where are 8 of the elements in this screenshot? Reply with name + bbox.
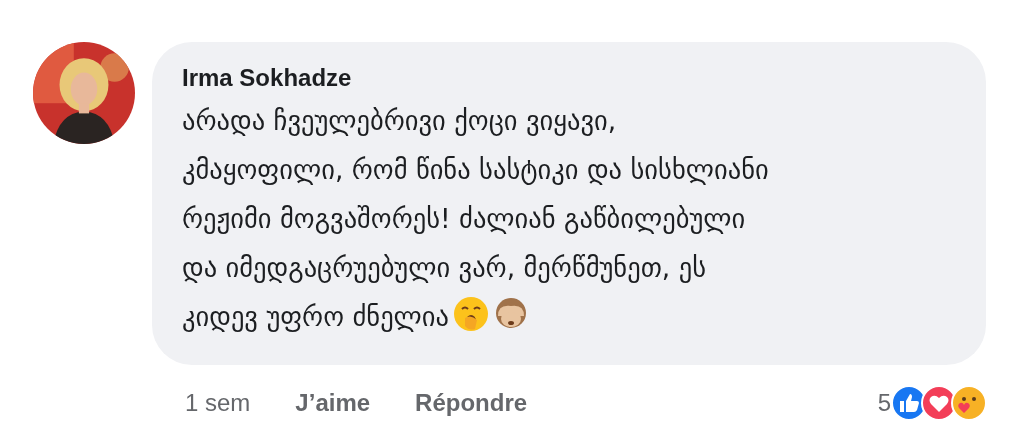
action-link[interactable]: Répondre: [415, 389, 528, 417]
comment-text: არადა ჩვეულებრივი ქოცი ვიყავი, კმაყოფილი, რომ წინა სასტიკი და სისხლიანი რეჟიმი მოგვაშორეს! ძალიან გაწბილებული და იმედგაცრუებული ვარ, მერწმუნეთ, ეს კიდევ უფრო ძნელია: [182, 104, 770, 334]
author-name[interactable]: Irma Sokhadze: [182, 64, 952, 92]
yawning-face-icon: [452, 296, 489, 332]
reaction-count[interactable]: 5: [877, 389, 891, 417]
comment-time[interactable]: 1 sem: [185, 389, 251, 417]
hugging-face-icon: [951, 385, 987, 421]
action-link[interactable]: J’aime: [295, 389, 371, 417]
